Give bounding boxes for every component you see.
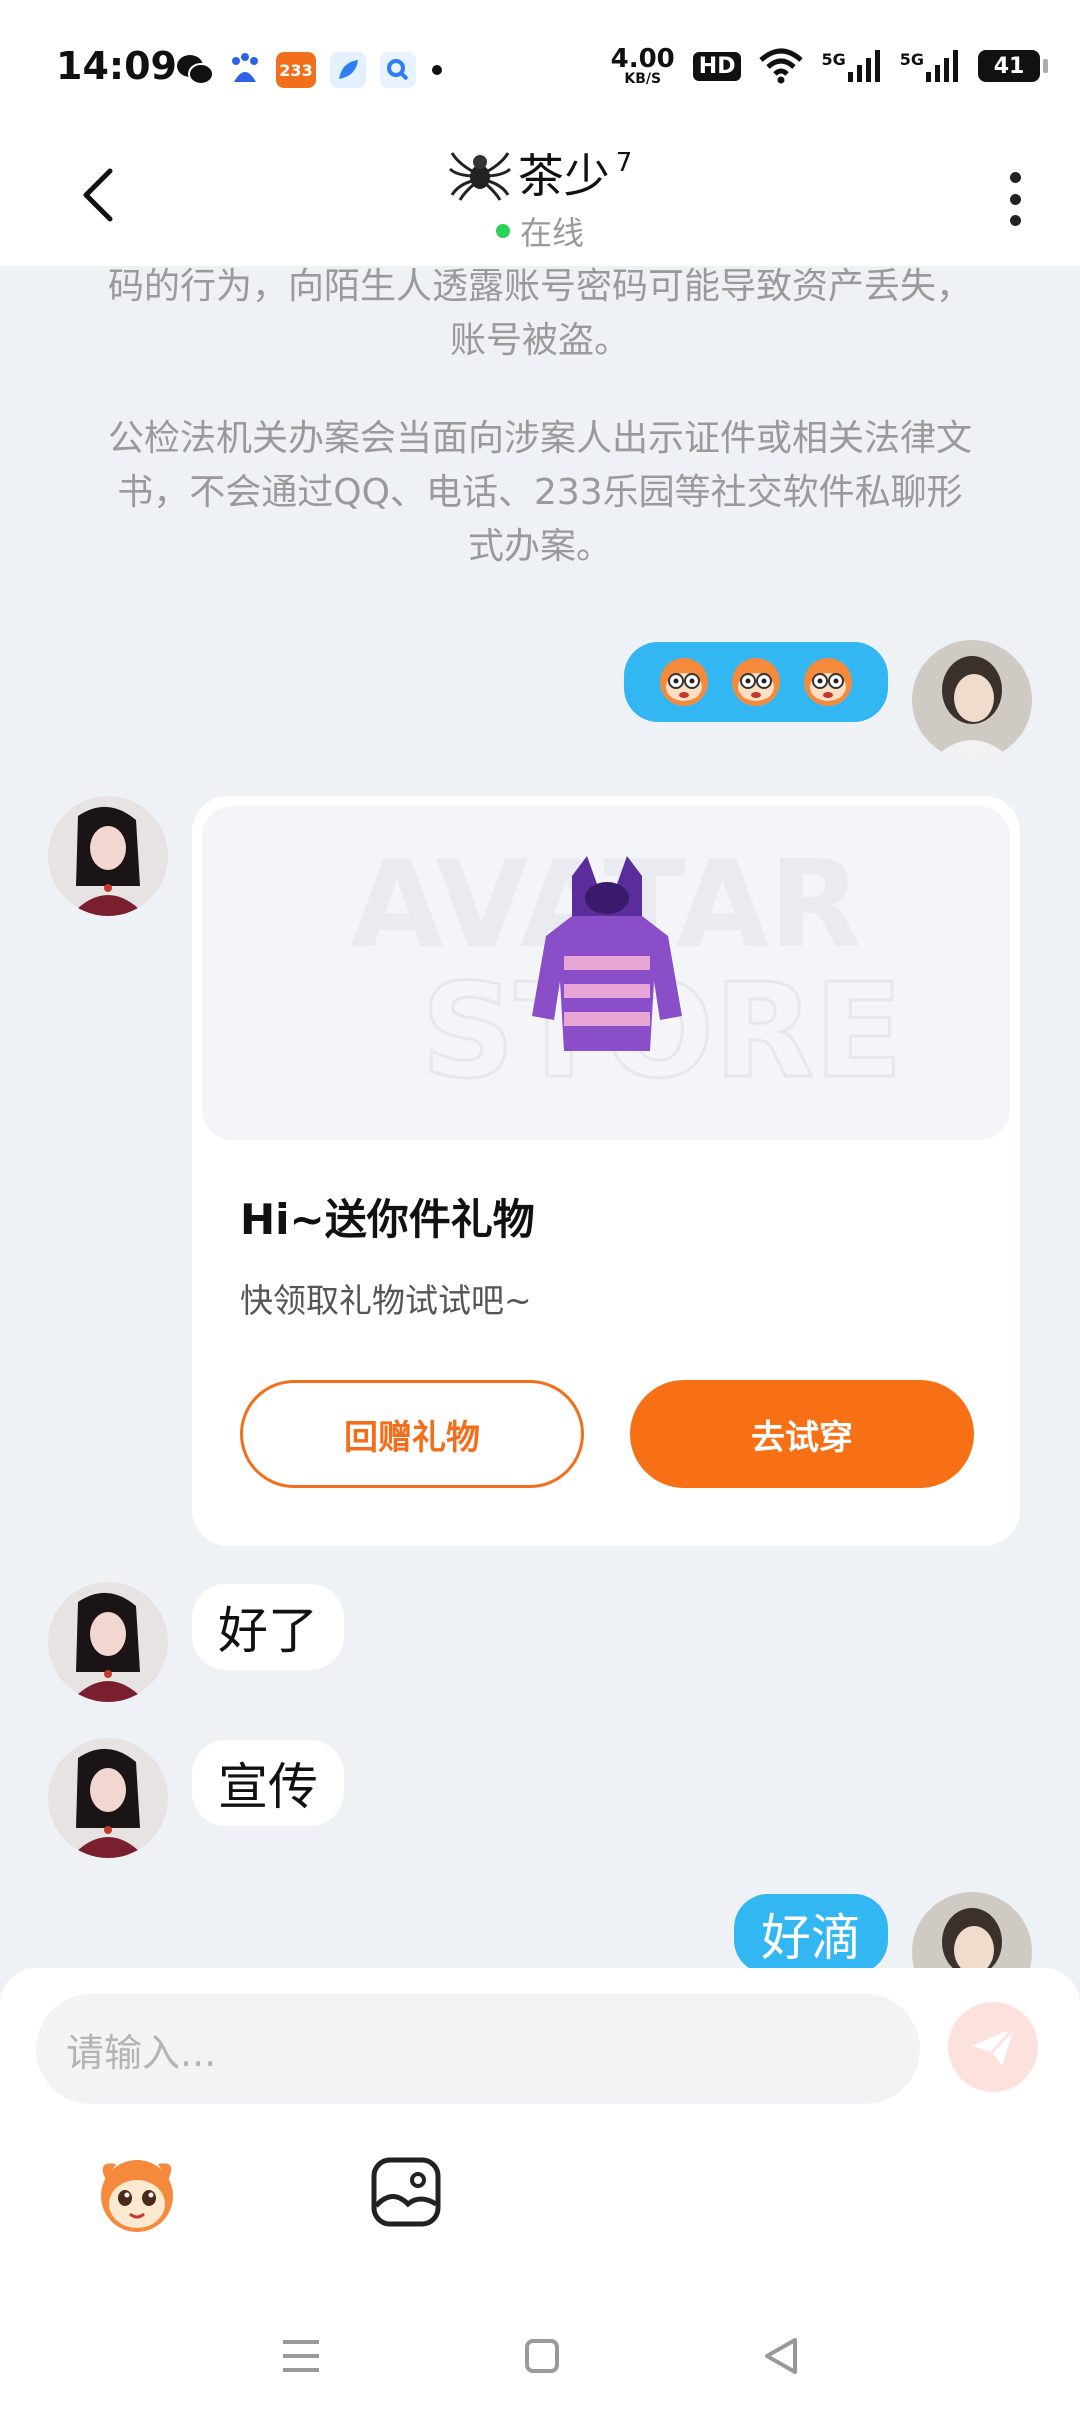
wifi-icon — [759, 48, 804, 84]
more-dot-icon — [1009, 193, 1021, 205]
message-text: 好了 — [218, 1602, 318, 1660]
partner-avatar[interactable] — [48, 1582, 168, 1702]
gift-card[interactable]: AVATAR STORE Hi~送你件礼物 快领取礼物试试吧~ 回赠礼物 去试穿 — [192, 796, 1020, 1546]
online-status-text: 在线 — [519, 214, 584, 252]
partner-message[interactable]: 宣传 — [192, 1740, 344, 1826]
back-triangle-icon[interactable] — [763, 2336, 799, 2376]
chat-partner-name: 茶少 — [517, 149, 610, 203]
signal-2-label: 5G — [899, 50, 924, 69]
status-bar: 14:09 233 4.00 KB/S HD 5G 5G 41 — [0, 0, 1080, 130]
chat-title-block: 茶少 7 在线 — [0, 140, 1080, 254]
home-icon[interactable] — [524, 2338, 560, 2374]
battery-level: 41 — [993, 53, 1025, 79]
user-level: 7 — [615, 148, 633, 178]
online-dot-icon — [495, 224, 510, 238]
wechat-icon — [177, 55, 214, 85]
emoji-button[interactable] — [92, 2150, 182, 2240]
gift-banner: AVATAR STORE — [202, 806, 1010, 1140]
try-on-button[interactable]: 去试穿 — [630, 1380, 974, 1488]
image-picker-button[interactable] — [368, 2154, 444, 2230]
more-dot-icon — [1009, 215, 1021, 226]
send-button[interactable] — [948, 2002, 1038, 2092]
menu-icon[interactable] — [281, 2338, 321, 2374]
spider-icon — [448, 152, 511, 201]
message-text: 宣传 — [218, 1758, 318, 1816]
message-input[interactable]: 请输入... — [36, 1994, 920, 2104]
app-233-icon: 233 — [276, 52, 316, 88]
safety-notice-para-1: 码的行为，向陌生人透露账号密码可能导致资产丢失，账号被盗。 — [107, 266, 972, 361]
net-speed-unit: KB/S — [624, 71, 662, 87]
monkey-emoji-icon — [660, 658, 708, 706]
chat-header: 茶少 7 在线 — [0, 130, 1080, 266]
partner-message[interactable]: 好了 — [192, 1584, 344, 1670]
system-nav-bar — [0, 2300, 1080, 2412]
paper-plane-icon — [972, 2026, 1016, 2066]
my-avatar[interactable] — [912, 640, 1032, 760]
monkey-emoji-icon — [101, 2160, 173, 2232]
online-status: 在线 — [0, 208, 1080, 254]
message-text: 好滴 — [761, 1909, 861, 1967]
safety-notice-para-2: 公检法机关办案会当面向涉案人出示证件或相关法律文书，不会通过QQ、电话、233乐… — [107, 418, 972, 567]
signal-2-icon: 5G — [900, 50, 960, 82]
status-time: 14:09 — [56, 44, 177, 88]
chat-title: 茶少 7 — [448, 140, 633, 206]
avatar-store-watermark: AVATAR STORE — [351, 836, 905, 1109]
input-placeholder: 请输入... — [66, 2030, 217, 2075]
search-app-icon — [380, 52, 416, 88]
notification-dot-icon — [432, 65, 442, 75]
more-options-button[interactable] — [1000, 164, 1030, 234]
gift-title: Hi~送你件礼物 — [240, 1195, 535, 1244]
partner-avatar[interactable] — [48, 1738, 168, 1858]
battery-icon: 41 — [978, 50, 1048, 82]
net-speed-value: 4.00 — [610, 44, 675, 74]
baidu-icon — [232, 53, 258, 82]
my-message[interactable]: 好滴 — [734, 1894, 888, 1974]
my-sticker-message[interactable] — [624, 642, 888, 722]
hd-badge: HD — [692, 51, 742, 81]
monkey-emoji-icon — [804, 658, 852, 706]
status-indicators: 4.00 KB/S HD 5G 5G 41 — [611, 46, 1048, 86]
image-icon — [371, 2157, 441, 2227]
status-app-icons: 233 — [176, 52, 444, 88]
signal-1-icon: 5G — [821, 50, 881, 82]
partner-avatar[interactable] — [48, 796, 168, 916]
gift-subtitle: 快领取礼物试试吧~ — [240, 1281, 532, 1320]
monkey-emoji-icon — [732, 658, 780, 706]
return-gift-button[interactable]: 回赠礼物 — [240, 1380, 584, 1488]
more-dot-icon — [1009, 172, 1021, 183]
network-speed: 4.00 KB/S — [611, 46, 675, 86]
feather-app-icon — [330, 52, 366, 88]
signal-1-label: 5G — [821, 50, 846, 69]
